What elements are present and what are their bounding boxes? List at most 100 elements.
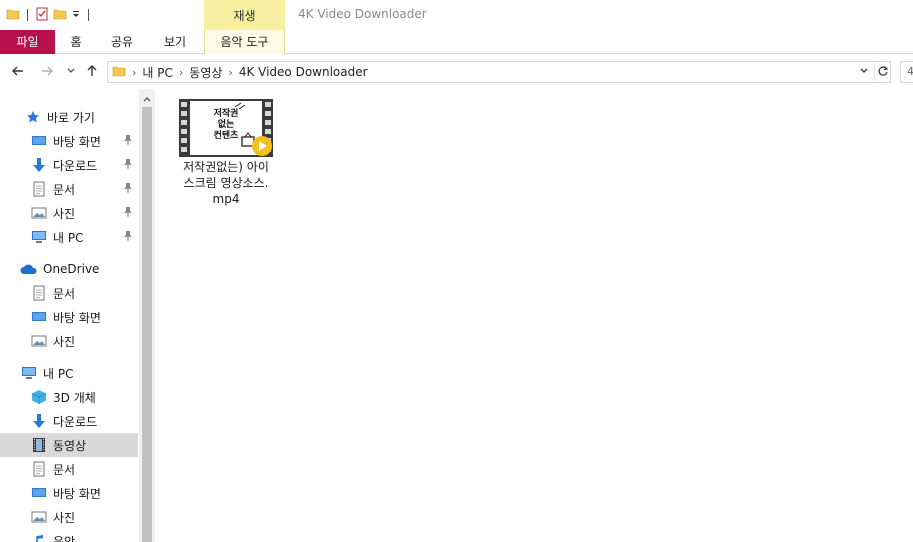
chevron-up-icon <box>143 91 151 105</box>
chevron-right-icon[interactable]: › <box>179 66 183 79</box>
video-thumbnail: 저작권 없는 컨텐츠 <box>179 99 273 157</box>
breadcrumb-4k-video-downloader[interactable]: 4K Video Downloader <box>239 65 368 79</box>
star-icon <box>24 109 42 125</box>
arrow-left-icon <box>11 64 25 81</box>
scrollbar-thumb[interactable] <box>142 107 152 542</box>
file-name-line: mp4 <box>212 192 240 206</box>
chevron-right-icon[interactable]: › <box>132 66 136 79</box>
nav-item-music[interactable]: 음악 <box>0 529 138 542</box>
search-box[interactable]: 4 <box>900 61 913 83</box>
nav-item-this-pc-downloads[interactable]: 다운로드 <box>0 409 138 433</box>
tab-music-tools[interactable]: 음악 도구 <box>204 30 285 54</box>
document-icon <box>30 461 48 477</box>
thumbnail-text-line: 저작권 <box>213 109 239 119</box>
nav-label: 바탕 화면 <box>53 134 101 149</box>
chevron-down-icon <box>66 65 76 79</box>
nav-label: 바로 가기 <box>47 110 95 125</box>
pin-icon[interactable] <box>123 158 133 173</box>
nav-item-3d-objects[interactable]: 3D 개체 <box>0 385 138 409</box>
customize-qat-icon[interactable] <box>71 8 81 23</box>
folder-icon <box>112 64 126 81</box>
nav-label: 내 PC <box>53 230 84 245</box>
nav-item-quick-access[interactable]: 바로 가기 <box>0 105 138 129</box>
refresh-icon <box>877 65 889 80</box>
breadcrumb-videos[interactable]: 동영상 <box>189 64 222 81</box>
chevron-right-icon[interactable]: › <box>228 66 232 79</box>
nav-label: 다운로드 <box>53 158 98 173</box>
cloud-icon <box>20 261 38 277</box>
nav-item-this-pc-quick[interactable]: 내 PC <box>0 225 138 249</box>
file-name-line: 스크림 영상소스. <box>183 176 269 190</box>
thumbnail-text-line: 컨텐츠 <box>213 131 239 141</box>
nav-item-documents[interactable]: 문서 <box>0 177 138 201</box>
nav-item-onedrive-documents[interactable]: 문서 <box>0 281 138 305</box>
file-item[interactable]: 저작권 없는 컨텐츠 저작권없는) 아이 스크림 영상소스. mp4 <box>177 97 275 207</box>
pin-icon[interactable] <box>123 206 133 221</box>
breadcrumb-this-pc[interactable]: 내 PC <box>142 64 172 81</box>
3d-objects-icon <box>30 389 48 405</box>
nav-label: 바탕 화면 <box>53 486 101 501</box>
ribbon-tabs: 파일 홈 공유 보기 음악 도구 <box>0 30 913 54</box>
nav-label: 문서 <box>53 286 76 301</box>
nav-item-videos[interactable]: 동영상 <box>0 433 138 457</box>
nav-item-this-pc-desktop[interactable]: 바탕 화면 <box>0 481 138 505</box>
nav-label: OneDrive <box>43 262 100 276</box>
nav-item-onedrive-desktop[interactable]: 바탕 화면 <box>0 305 138 329</box>
breadcrumb: › 내 PC › 동영상 › 4K Video Downloader <box>112 62 368 82</box>
toolbar-divider <box>27 9 28 21</box>
refresh-button[interactable] <box>874 63 890 81</box>
document-icon <box>30 181 48 197</box>
tab-view[interactable]: 보기 <box>156 30 194 54</box>
thumbnail-text: 저작권 없는 컨텐츠 <box>203 109 249 142</box>
pin-icon[interactable] <box>123 134 133 149</box>
new-folder-icon[interactable] <box>53 7 67 24</box>
nav-label: 문서 <box>53 182 76 197</box>
arrow-up-icon <box>85 64 99 81</box>
address-history-dropdown[interactable] <box>856 63 872 81</box>
nav-label: 사진 <box>53 510 76 525</box>
document-icon <box>30 285 48 301</box>
computer-icon <box>20 365 38 381</box>
quick-access-toolbar <box>6 5 92 25</box>
nav-item-downloads[interactable]: 다운로드 <box>0 153 138 177</box>
window-title: 4K Video Downloader <box>298 7 427 21</box>
desktop-icon <box>30 133 48 149</box>
picture-icon <box>30 205 48 221</box>
tab-file[interactable]: 파일 <box>0 30 55 54</box>
nav-label: 음악 <box>53 534 76 542</box>
navigation-pane: 바로 가기 바탕 화면 다운로드 문서 사진 내 PC OneDrive 문서 … <box>0 89 155 542</box>
picture-icon <box>30 509 48 525</box>
nav-item-this-pc-documents[interactable]: 문서 <box>0 457 138 481</box>
nav-item-onedrive-pictures[interactable]: 사진 <box>0 329 138 353</box>
nav-item-onedrive[interactable]: OneDrive <box>0 257 138 281</box>
nav-item-pictures[interactable]: 사진 <box>0 201 138 225</box>
scroll-up-button[interactable] <box>139 89 155 106</box>
desktop-icon <box>30 485 48 501</box>
nav-label: 동영상 <box>53 438 87 453</box>
nav-label: 3D 개체 <box>53 390 96 405</box>
nav-label: 문서 <box>53 462 76 477</box>
recent-locations-button[interactable] <box>62 63 80 81</box>
properties-icon[interactable] <box>35 7 49 24</box>
computer-icon <box>30 229 48 245</box>
file-name: 저작권없는) 아이 스크림 영상소스. mp4 <box>177 159 275 207</box>
nav-item-this-pc-pictures[interactable]: 사진 <box>0 505 138 529</box>
folder-icon <box>6 7 20 24</box>
nav-label: 내 PC <box>43 366 74 381</box>
forward-button[interactable] <box>38 63 56 81</box>
video-icon <box>30 437 48 453</box>
pin-icon[interactable] <box>123 230 133 245</box>
nav-item-desktop[interactable]: 바탕 화면 <box>0 129 138 153</box>
address-bar[interactable]: › 내 PC › 동영상 › 4K Video Downloader <box>107 61 891 83</box>
download-icon <box>30 157 48 173</box>
back-button[interactable] <box>9 63 27 81</box>
nav-item-this-pc[interactable]: 내 PC <box>0 361 138 385</box>
tab-share[interactable]: 공유 <box>104 30 140 54</box>
thumbnail-text-line: 없는 <box>217 120 235 130</box>
tab-home[interactable]: 홈 <box>62 30 90 54</box>
nav-label: 사진 <box>53 334 76 349</box>
music-icon <box>30 533 48 542</box>
up-button[interactable] <box>83 63 101 81</box>
pin-icon[interactable] <box>123 182 133 197</box>
navigation-scrollbar[interactable] <box>139 89 155 542</box>
